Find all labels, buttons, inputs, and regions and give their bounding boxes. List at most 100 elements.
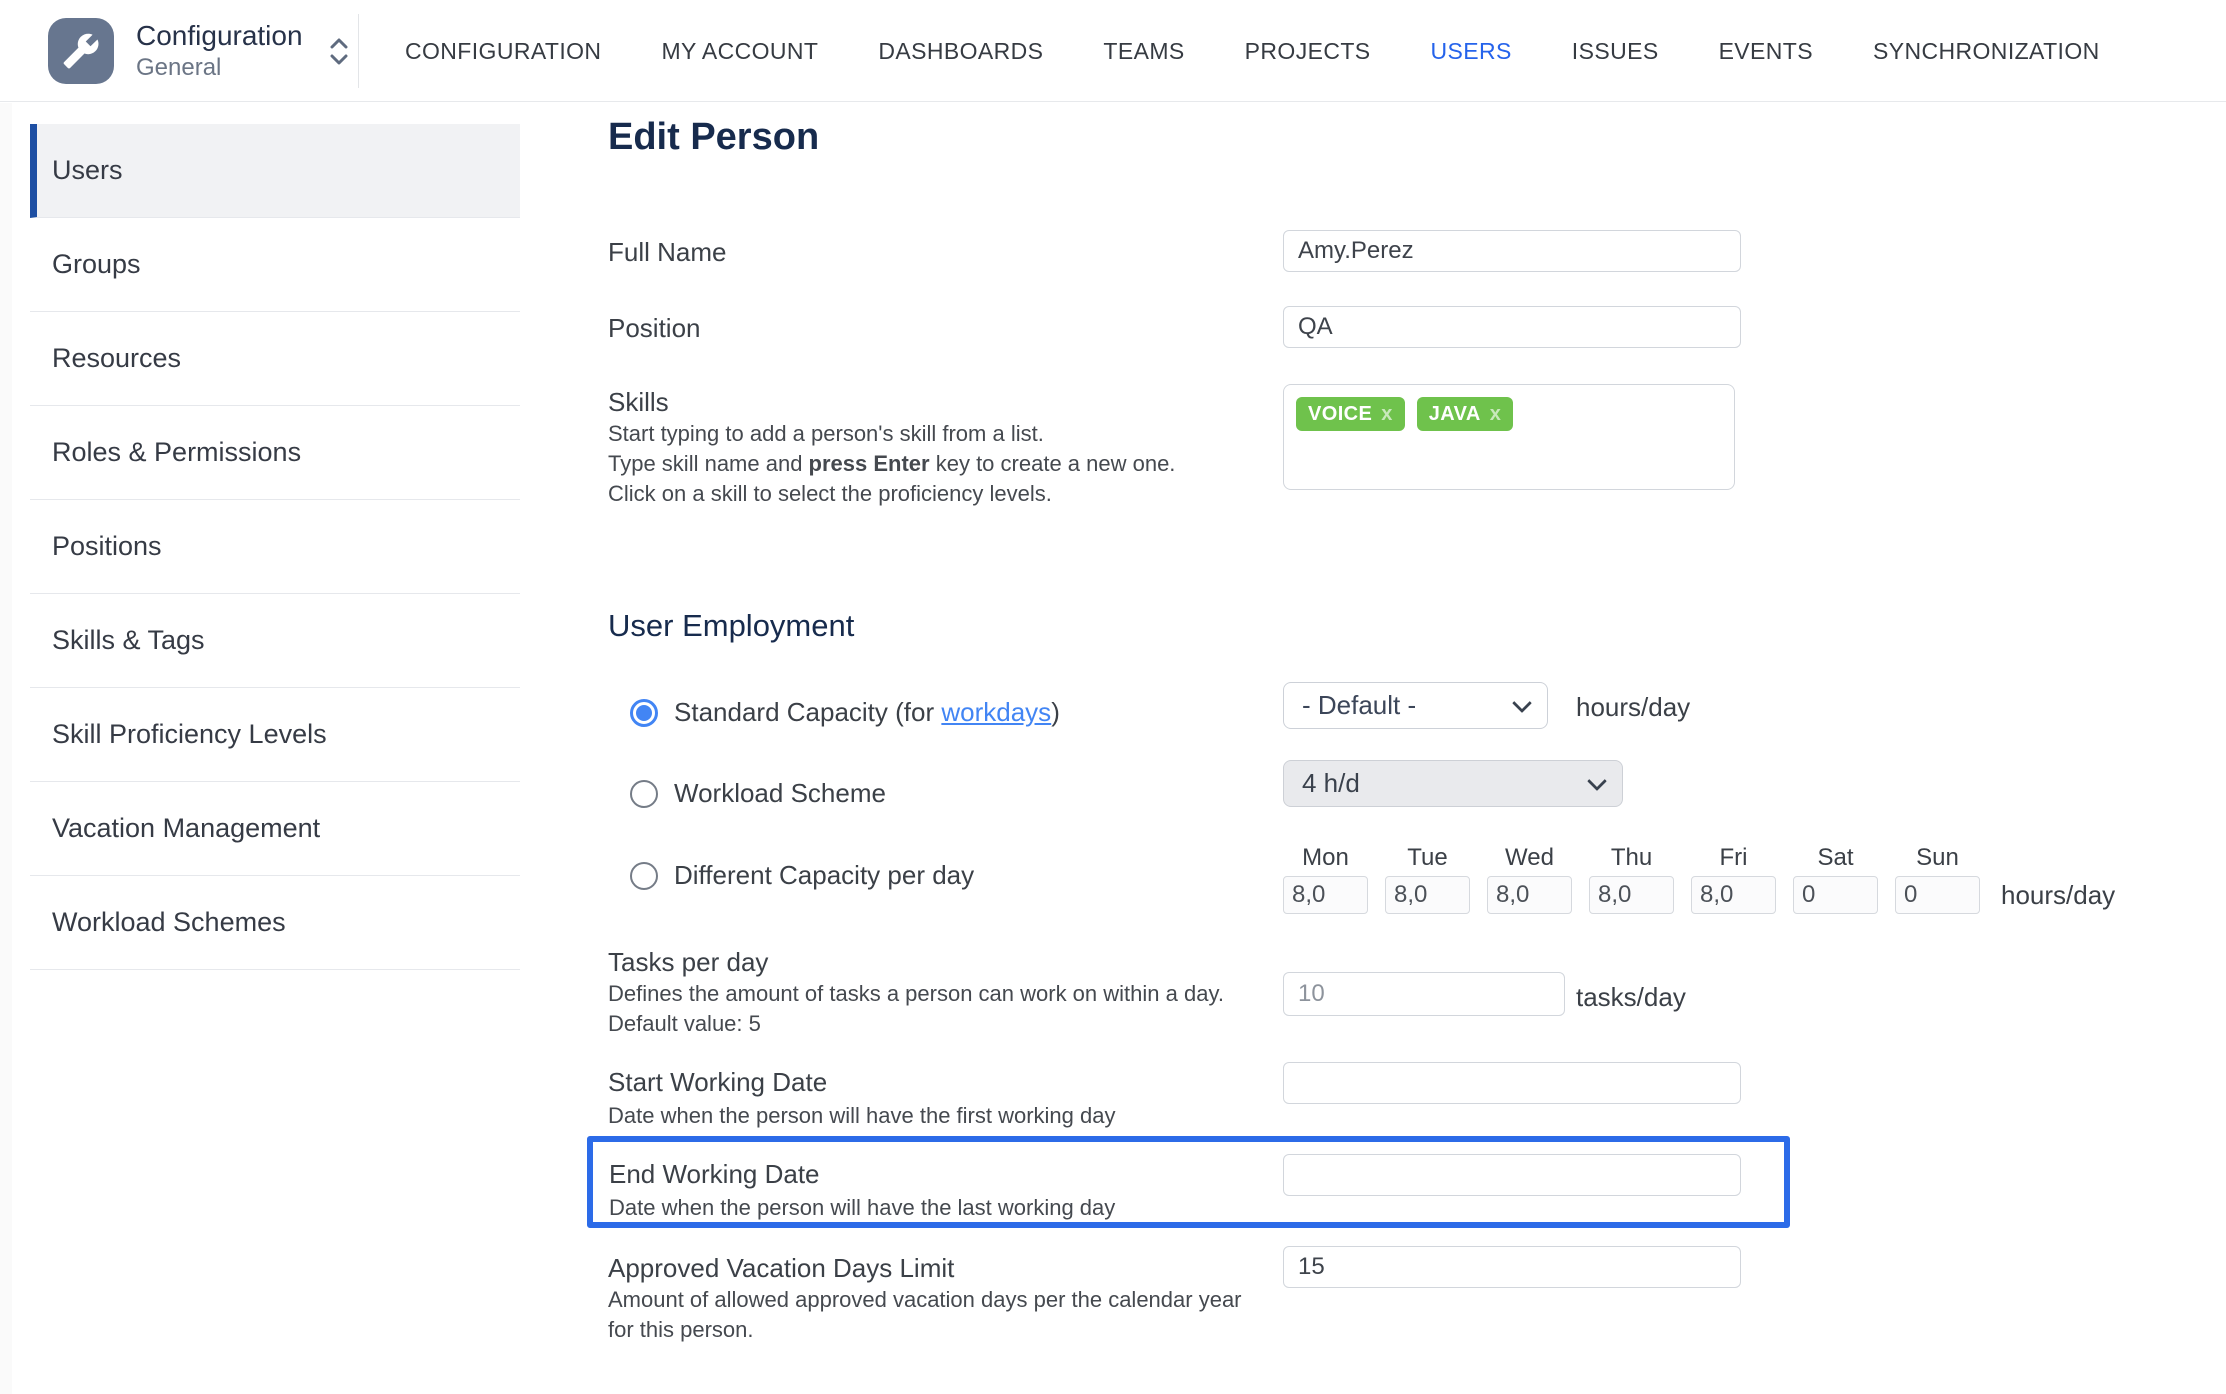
capacity-days-grid: Mon Tue Wed Thu Fri Sat Sun [1283, 845, 1980, 914]
skills-tag-input[interactable]: VOICE x JAVAx [1283, 384, 1735, 490]
nav-events[interactable]: EVENTS [1719, 38, 1813, 65]
tasks-per-day-help-line2: Default value: 5 [608, 1010, 761, 1038]
nav-dashboards[interactable]: DASHBOARDS [878, 38, 1043, 65]
start-working-date-input[interactable] [1283, 1062, 1741, 1104]
standard-capacity-select-value: - Default - [1302, 690, 1416, 721]
nav-users[interactable]: USERS [1431, 38, 1512, 65]
approved-vacation-days-input[interactable] [1283, 1246, 1741, 1288]
position-input[interactable] [1283, 306, 1741, 348]
day-column-sat: Sat [1793, 845, 1878, 914]
skill-tag-java[interactable]: JAVAx [1417, 397, 1514, 431]
workload-scheme-option[interactable]: Workload Scheme [630, 778, 886, 809]
brand-text: Configuration General [136, 19, 303, 83]
sidebar-item-skill-proficiency-levels[interactable]: Skill Proficiency Levels [30, 688, 520, 782]
sidebar-item-skills-tags[interactable]: Skills & Tags [30, 594, 520, 688]
hours-per-day-unit: hours/day [2001, 880, 2115, 911]
nav-configuration[interactable]: CONFIGURATION [405, 38, 601, 65]
day-header-mon: Mon [1283, 845, 1368, 871]
day-header-sat: Sat [1793, 845, 1878, 871]
capacity-input-thu[interactable] [1589, 876, 1674, 914]
x-icon[interactable]: x [1490, 403, 1502, 426]
skills-help-line1: Start typing to add a person's skill fro… [608, 420, 1044, 448]
day-header-sun: Sun [1895, 845, 1980, 871]
standard-capacity-label-prefix: Standard Capacity (for [674, 697, 941, 727]
day-column-thu: Thu [1589, 845, 1674, 914]
skills-help2-bold: press Enter [809, 451, 930, 476]
day-column-mon: Mon [1283, 845, 1368, 914]
capacity-input-sun[interactable] [1895, 876, 1980, 914]
x-icon[interactable]: x [1381, 403, 1393, 426]
brand-title: Configuration [136, 19, 303, 53]
top-nav: CONFIGURATION MY ACCOUNT DASHBOARDS TEAM… [405, 0, 2100, 102]
skill-tag-voice[interactable]: VOICE x [1296, 397, 1405, 431]
day-header-thu: Thu [1589, 845, 1674, 871]
skills-help2-prefix: Type skill name and [608, 451, 809, 476]
nav-synchronization[interactable]: SYNCHRONIZATION [1873, 38, 2100, 65]
capacity-input-fri[interactable] [1691, 876, 1776, 914]
standard-capacity-label: Standard Capacity (for workdays) [674, 697, 1060, 728]
sidebar-item-positions[interactable]: Positions [30, 500, 520, 594]
skill-tag-voice-label: VOICE [1308, 403, 1372, 426]
day-column-fri: Fri [1691, 845, 1776, 914]
sidebar-item-groups[interactable]: Groups [30, 218, 520, 312]
app-header: Configuration General CONFIGURATION MY A… [0, 0, 2226, 102]
approved-vacation-days-help-line2: for this person. [608, 1316, 754, 1344]
workload-scheme-select[interactable]: 4 h/d [1283, 760, 1623, 807]
day-header-tue: Tue [1385, 845, 1470, 871]
start-working-date-help: Date when the person will have the first… [608, 1102, 1115, 1130]
radio-unselected-icon[interactable] [630, 780, 658, 808]
nav-teams[interactable]: TEAMS [1103, 38, 1184, 65]
sidebar-item-resources[interactable]: Resources [30, 312, 520, 406]
hours-per-day-unit: hours/day [1576, 692, 1690, 723]
capacity-input-sat[interactable] [1793, 876, 1878, 914]
end-working-date-highlight-box: End Working Date Date when the person wi… [587, 1136, 1790, 1228]
capacity-input-mon[interactable] [1283, 876, 1368, 914]
chevron-down-icon [1587, 771, 1607, 791]
different-capacity-option[interactable]: Different Capacity per day [630, 860, 974, 891]
page-title: Edit Person [608, 116, 819, 159]
capacity-input-wed[interactable] [1487, 876, 1572, 914]
tasks-per-day-help-line1: Defines the amount of tasks a person can… [608, 980, 1224, 1008]
full-name-label: Full Name [608, 236, 726, 268]
workdays-link[interactable]: workdays [941, 697, 1051, 727]
day-column-wed: Wed [1487, 845, 1572, 914]
start-working-date-label: Start Working Date [608, 1066, 827, 1098]
sidebar-nav: Users Groups Resources Roles & Permissio… [30, 124, 520, 970]
skills-help2-suffix: key to create a new one. [930, 451, 1176, 476]
standard-capacity-option[interactable]: Standard Capacity (for workdays) [630, 697, 1060, 728]
radio-unselected-icon[interactable] [630, 862, 658, 890]
capacity-input-tue[interactable] [1385, 876, 1470, 914]
end-working-date-input[interactable] [1283, 1154, 1741, 1196]
header-divider [358, 14, 359, 88]
skills-help-line3: Click on a skill to select the proficien… [608, 480, 1052, 508]
chevron-updown-icon[interactable] [329, 38, 349, 65]
full-name-input[interactable] [1283, 230, 1741, 272]
day-header-wed: Wed [1487, 845, 1572, 871]
sidebar-item-workload-schemes[interactable]: Workload Schemes [30, 876, 520, 970]
day-header-fri: Fri [1691, 845, 1776, 871]
tasks-per-day-label: Tasks per day [608, 946, 768, 978]
skills-help-line2: Type skill name and press Enter key to c… [608, 450, 1175, 478]
sidebar-item-users[interactable]: Users [30, 124, 520, 218]
workload-scheme-select-value: 4 h/d [1302, 768, 1360, 799]
nav-my-account[interactable]: MY ACCOUNT [661, 38, 818, 65]
standard-capacity-label-suffix: ) [1051, 697, 1060, 727]
nav-issues[interactable]: ISSUES [1572, 38, 1659, 65]
day-column-tue: Tue [1385, 845, 1470, 914]
position-label: Position [608, 312, 701, 344]
radio-selected-icon[interactable] [630, 699, 658, 727]
app-switcher[interactable]: Configuration General [48, 18, 349, 84]
workload-scheme-label: Workload Scheme [674, 778, 886, 809]
nav-projects[interactable]: PROJECTS [1245, 38, 1371, 65]
standard-capacity-select[interactable]: - Default - [1283, 682, 1548, 729]
brand-subtitle: General [136, 53, 303, 83]
approved-vacation-days-help-line1: Amount of allowed approved vacation days… [608, 1286, 1242, 1314]
sidebar-item-roles-permissions[interactable]: Roles & Permissions [30, 406, 520, 500]
chevron-down-icon [1512, 693, 1532, 713]
tasks-per-day-unit: tasks/day [1576, 982, 1686, 1013]
left-gutter [0, 103, 12, 1394]
tasks-per-day-input[interactable] [1283, 972, 1565, 1016]
sidebar-item-vacation-management[interactable]: Vacation Management [30, 782, 520, 876]
different-capacity-label: Different Capacity per day [674, 860, 974, 891]
end-working-date-help: Date when the person will have the last … [609, 1194, 1115, 1222]
